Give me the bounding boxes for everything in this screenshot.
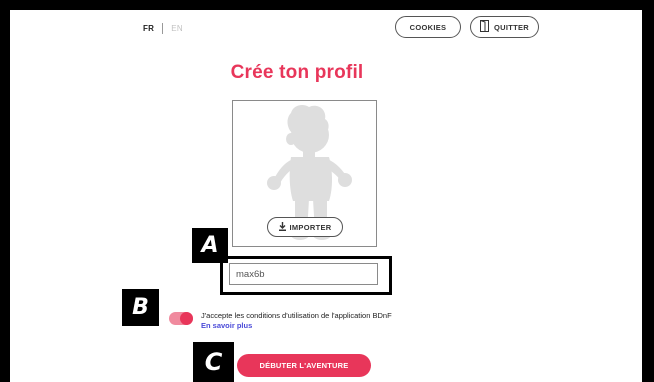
quit-button-label: QUITTER: [493, 22, 529, 32]
terms-toggle[interactable]: [169, 312, 193, 325]
language-switcher: FR EN: [143, 23, 183, 34]
cookies-button[interactable]: COOKIES: [395, 16, 461, 38]
annotation-marker-b: B: [122, 289, 159, 326]
toggle-knob: [180, 312, 193, 325]
import-photo-label: IMPORTER: [289, 222, 332, 232]
lang-divider: [162, 23, 164, 34]
start-adventure-button[interactable]: DÉBUTER L'AVENTURE: [237, 354, 371, 377]
terms-block: J'accepte les conditions d'utilisation d…: [201, 311, 392, 331]
quit-button[interactable]: QUITTER: [470, 16, 539, 38]
terms-text: J'accepte les conditions d'utilisation d…: [201, 311, 392, 320]
lang-en-link[interactable]: EN: [171, 24, 183, 33]
username-input[interactable]: [229, 263, 378, 285]
lang-fr-link[interactable]: FR: [143, 24, 154, 33]
app-frame: FR EN COOKIES QUITTER Crée ton profil IM…: [10, 10, 642, 382]
annotation-marker-c: C: [193, 342, 234, 382]
page-title: Crée ton profil: [230, 62, 364, 83]
annotation-marker-a: A: [192, 228, 228, 263]
avatar-frame: IMPORTER: [232, 100, 377, 247]
import-photo-button[interactable]: IMPORTER: [267, 217, 343, 237]
cookies-button-label: COOKIES: [409, 22, 447, 32]
terms-learn-more-link[interactable]: En savoir plus: [201, 321, 392, 331]
door-exit-icon: [479, 19, 489, 34]
download-icon: [278, 221, 286, 233]
